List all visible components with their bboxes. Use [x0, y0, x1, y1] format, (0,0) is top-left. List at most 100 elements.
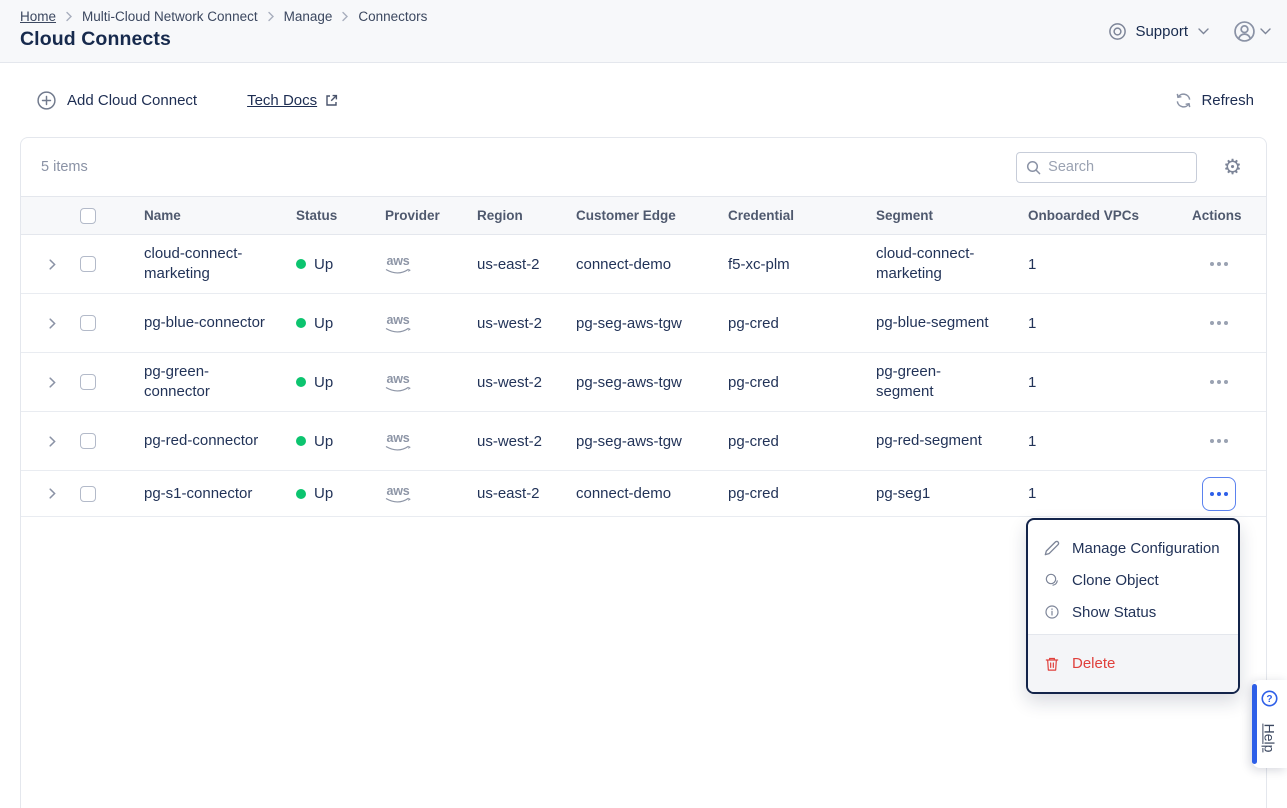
- cell-customer-edge: connect-demo: [576, 485, 728, 502]
- menu-item-show-status[interactable]: Show Status: [1028, 596, 1238, 628]
- column-header-credential: Credential: [728, 208, 876, 223]
- support-label: Support: [1135, 23, 1188, 40]
- user-menu-button[interactable]: [1233, 20, 1271, 43]
- expand-row-icon[interactable]: [21, 377, 69, 388]
- breadcrumb-manage[interactable]: Manage: [284, 9, 333, 24]
- cell-provider: aws: [385, 311, 477, 335]
- cell-region: us-east-2: [477, 485, 576, 502]
- account-controls: Support: [1108, 0, 1271, 63]
- cell-status: Up: [296, 315, 385, 332]
- breadcrumb-home[interactable]: Home: [20, 9, 56, 24]
- cell-onboarded-vpcs: 1: [1028, 374, 1171, 391]
- refresh-label: Refresh: [1201, 92, 1254, 109]
- items-count: 5 items: [41, 159, 88, 175]
- breadcrumb-mcn-connect[interactable]: Multi-Cloud Network Connect: [82, 9, 258, 24]
- page-title: Cloud Connects: [20, 28, 171, 51]
- cell-segment: pg-seg1: [876, 484, 1028, 504]
- table-row: pg-blue-connector Up aws us-west-2 pg-se…: [21, 294, 1266, 353]
- status-up-dot: [296, 259, 306, 269]
- cell-name: pg-red-connector: [144, 431, 296, 451]
- cell-segment: pg-green-segment: [876, 362, 1028, 402]
- chevron-right-icon: [65, 11, 73, 22]
- action-toolbar: Add Cloud Connect Tech Docs Refresh: [0, 64, 1287, 136]
- expand-row-icon[interactable]: [21, 436, 69, 447]
- table-header-row: Name Status Provider Region Customer Edg…: [21, 196, 1266, 235]
- add-cloud-connect-button[interactable]: Add Cloud Connect: [36, 90, 197, 111]
- cell-customer-edge: connect-demo: [576, 256, 728, 273]
- cell-provider: aws: [385, 429, 477, 453]
- menu-item-delete[interactable]: Delete: [1028, 635, 1238, 692]
- column-header-segment: Segment: [876, 208, 1028, 223]
- cell-onboarded-vpcs: 1: [1028, 433, 1171, 450]
- cell-onboarded-vpcs: 1: [1028, 485, 1171, 502]
- cell-credential: f5-xc-plm: [728, 256, 876, 273]
- expand-row-icon[interactable]: [21, 488, 69, 499]
- cell-customer-edge: pg-seg-aws-tgw: [576, 374, 728, 391]
- cell-name: pg-green-connector: [144, 362, 296, 402]
- cell-provider: aws: [385, 252, 477, 276]
- cell-status: Up: [296, 433, 385, 450]
- expand-row-icon[interactable]: [21, 318, 69, 329]
- search-icon: [1026, 160, 1041, 175]
- refresh-button[interactable]: Refresh: [1175, 92, 1254, 109]
- breadcrumb: Home Multi-Cloud Network Connect Manage …: [20, 9, 427, 24]
- chevron-down-icon: [1260, 28, 1271, 35]
- cloud-connects-table-card: 5 items ⚙ Name Status Provider Region Cu…: [20, 137, 1267, 808]
- cell-region: us-west-2: [477, 374, 576, 391]
- cell-name: cloud-connect-marketing: [144, 244, 296, 284]
- aws-logo-icon: aws: [385, 485, 411, 506]
- menu-item-clone-object[interactable]: Clone Object: [1028, 564, 1238, 596]
- row-checkbox[interactable]: [80, 486, 96, 502]
- question-circle-icon: ?: [1252, 690, 1287, 707]
- select-all-checkbox[interactable]: [80, 208, 96, 224]
- search-input[interactable]: [1048, 159, 1187, 175]
- top-bar: Home Multi-Cloud Network Connect Manage …: [0, 0, 1287, 63]
- cell-segment: pg-blue-segment: [876, 313, 1028, 333]
- clone-icon: [1044, 572, 1060, 588]
- help-tab[interactable]: ? Help: [1252, 680, 1287, 768]
- breadcrumb-connectors[interactable]: Connectors: [358, 9, 427, 24]
- cell-status: Up: [296, 374, 385, 391]
- status-up-dot: [296, 489, 306, 499]
- cell-credential: pg-cred: [728, 433, 876, 450]
- info-icon: [1044, 604, 1060, 620]
- cell-provider: aws: [385, 482, 477, 506]
- chevron-down-icon: [1198, 28, 1209, 35]
- column-header-provider: Provider: [385, 208, 477, 223]
- cell-status: Up: [296, 256, 385, 273]
- status-up-dot: [296, 318, 306, 328]
- cell-customer-edge: pg-seg-aws-tgw: [576, 315, 728, 332]
- column-header-status: Status: [296, 208, 385, 223]
- menu-item-manage-configuration[interactable]: Manage Configuration: [1028, 532, 1238, 564]
- expand-row-icon[interactable]: [21, 259, 69, 270]
- status-up-dot: [296, 436, 306, 446]
- cell-segment: pg-red-segment: [876, 431, 1028, 451]
- row-actions-button[interactable]: [1206, 433, 1232, 449]
- row-checkbox[interactable]: [80, 256, 96, 272]
- search-box[interactable]: [1016, 152, 1197, 183]
- tech-docs-label: Tech Docs: [247, 92, 317, 109]
- cell-credential: pg-cred: [728, 374, 876, 391]
- column-header-onboarded-vpcs: Onboarded VPCs: [1028, 208, 1171, 223]
- row-actions-button[interactable]: [1206, 315, 1232, 331]
- cell-customer-edge: pg-seg-aws-tgw: [576, 433, 728, 450]
- support-menu-button[interactable]: Support: [1108, 22, 1209, 41]
- table-row: pg-s1-connector Up aws us-east-2 connect…: [21, 471, 1266, 517]
- row-actions-button[interactable]: [1206, 256, 1232, 272]
- row-checkbox[interactable]: [80, 374, 96, 390]
- cell-name: pg-blue-connector: [144, 313, 296, 333]
- gear-icon[interactable]: ⚙: [1223, 157, 1242, 178]
- life-ring-icon: [1108, 22, 1127, 41]
- row-actions-button-active[interactable]: [1202, 477, 1236, 511]
- page: Home Multi-Cloud Network Connect Manage …: [0, 0, 1287, 808]
- avatar-icon: [1233, 20, 1256, 43]
- tech-docs-link[interactable]: Tech Docs: [247, 92, 339, 109]
- row-checkbox[interactable]: [80, 433, 96, 449]
- cell-credential: pg-cred: [728, 485, 876, 502]
- aws-logo-icon: aws: [385, 432, 411, 453]
- row-actions-context-menu: Manage Configuration Clone Object Show S…: [1026, 518, 1240, 694]
- row-actions-button[interactable]: [1206, 374, 1232, 390]
- row-checkbox[interactable]: [80, 315, 96, 331]
- cell-credential: pg-cred: [728, 315, 876, 332]
- table-row: pg-red-connector Up aws us-west-2 pg-seg…: [21, 412, 1266, 471]
